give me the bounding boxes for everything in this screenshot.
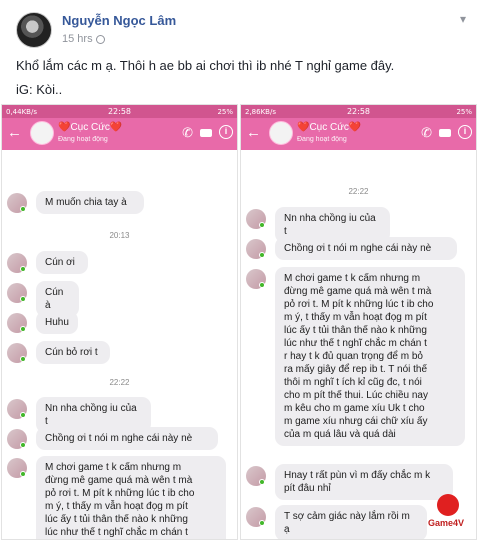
online-dot-icon [259,222,265,228]
message-bubble[interactable]: Cún bỏ rơi t [36,341,110,364]
chat-screenshot-left: 0,44KB/s 22:58 25% ← ❤️Cục Cức❤️ Đang ho… [1,104,238,540]
messenger-header: ← ❤️Cục Cức❤️ Đang hoạt động ✆ i [2,118,237,150]
message-timestamp: 20:13 [109,231,130,240]
info-icon[interactable]: i [219,125,233,139]
message-bubble[interactable]: Cún ơi [36,251,88,274]
phone-status-bar: 2,86KB/s 22:58 25% [241,105,476,118]
online-dot-icon [20,296,26,302]
post-time-text: 15 hrs [62,33,93,45]
contact-name[interactable]: ❤️Cục Cức❤️ [297,122,361,133]
chat-screenshot-right: 2,86KB/s 22:58 25% ← ❤️Cục Cức❤️ Đang ho… [240,104,477,540]
phone-call-icon[interactable]: ✆ [421,125,432,141]
contact-name[interactable]: ❤️Cục Cức❤️ [58,122,122,133]
message-bubble[interactable]: T sợ cảm giác này lắm rồi m ạ [275,505,427,539]
phone-status-bar: 0,44KB/s 22:58 25% [2,105,237,118]
online-dot-icon [259,520,265,526]
online-dot-icon [20,206,26,212]
globe-icon [95,34,105,44]
message-bubble[interactable]: Chồng ơi t nói m nghe cái này nè [275,237,457,260]
facebook-post: Nguyễn Ngọc Lâm 15 hrs ▾ Khổ lắm các m ạ… [0,0,480,540]
contact-avatar[interactable] [30,121,54,145]
info-icon[interactable]: i [458,125,472,139]
author-name[interactable]: Nguyễn Ngọc Lâm [62,13,176,28]
online-dot-icon [259,282,265,288]
game4v-watermark: Game4V [428,494,468,532]
message-timestamp: 22:22 [109,378,130,387]
watermark-text: Game4V [428,518,465,528]
online-dot-icon [20,266,26,272]
author-avatar[interactable] [16,12,52,48]
online-dot-icon [20,412,26,418]
contact-avatar[interactable] [269,121,293,145]
message-bubble[interactable]: Huhu [36,311,78,334]
back-arrow-icon[interactable]: ← [246,124,261,141]
online-dot-icon [20,442,26,448]
video-call-icon[interactable] [200,129,212,137]
game4v-logo-icon [437,494,459,516]
contact-status: Đang hoạt động [58,136,108,143]
message-bubble[interactable]: M chơi game t k cấm nhưng m đừng mê game… [275,267,465,446]
online-dot-icon [20,471,26,477]
contact-status: Đang hoạt động [297,136,347,143]
message-bubble[interactable]: M chơi game t k cấm nhưng m đừng mê game… [36,456,226,539]
online-dot-icon [259,479,265,485]
message-timestamp: 22:22 [348,187,369,196]
message-bubble[interactable]: M muốn chia tay à [36,191,144,214]
status-time: 22:58 [346,107,371,116]
online-dot-icon [20,326,26,332]
message-bubble[interactable]: Chồng ơi t nói m nghe cái này nè [36,427,218,450]
status-time: 22:58 [107,107,132,116]
post-time[interactable]: 15 hrs [62,33,105,45]
back-arrow-icon[interactable]: ← [7,124,22,141]
chevron-down-icon[interactable]: ▾ [460,12,466,26]
message-bubble[interactable]: Hnay t rất pùn vì m đấy chắc m k pít đâu… [275,464,453,500]
messenger-header: ← ❤️Cục Cức❤️ Đang hoạt động ✆ i [241,118,476,150]
phone-call-icon[interactable]: ✆ [182,125,193,141]
post-text-line1: Khổ lắm các m ạ. Thôi h ae bb ai chơi th… [16,58,395,73]
video-call-icon[interactable] [439,129,451,137]
online-dot-icon [259,252,265,258]
online-dot-icon [20,356,26,362]
post-text-line2: iG: Kòi.. [16,82,63,97]
